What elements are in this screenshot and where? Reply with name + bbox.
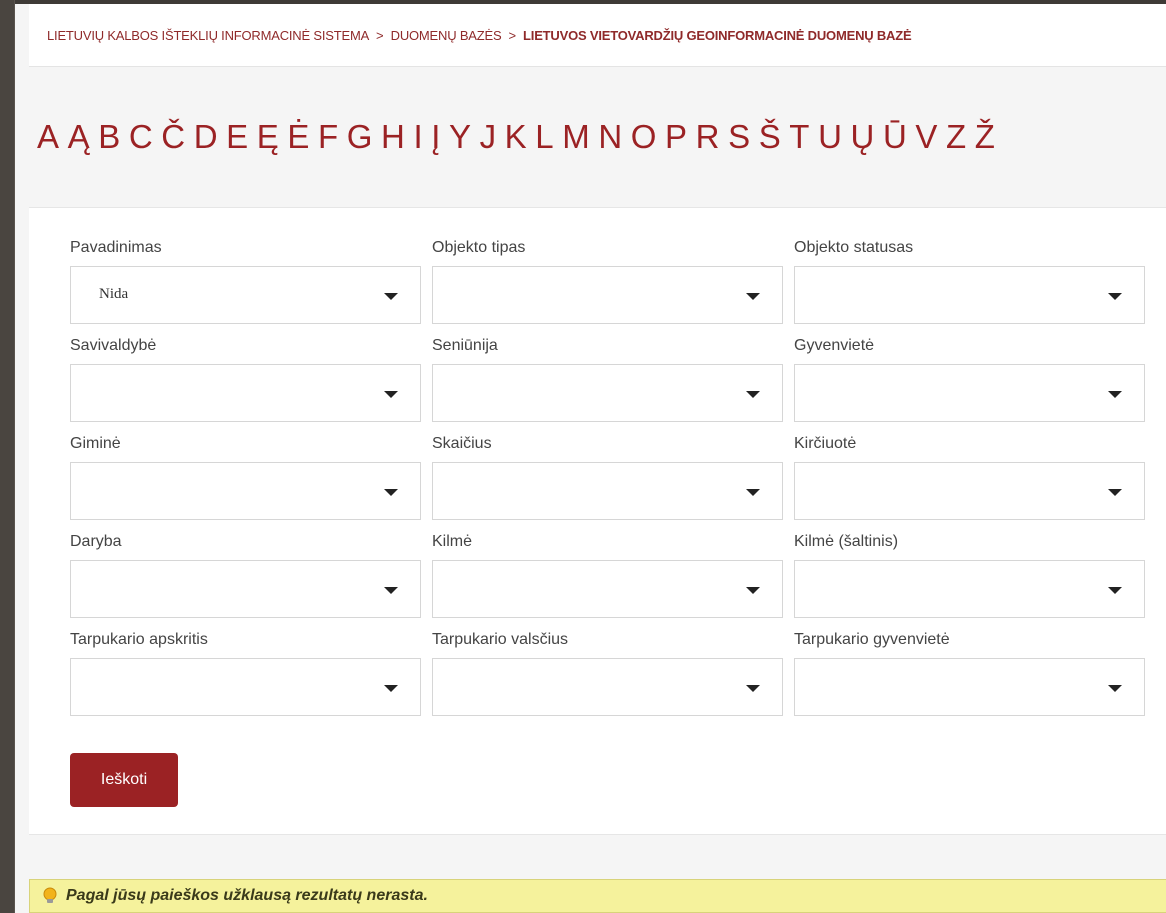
caret-down-icon [1108,587,1122,594]
select-tarpukario-apskritis[interactable] [70,658,421,716]
select-kirciuote[interactable] [794,462,1145,520]
caret-down-icon [384,489,398,496]
alphabet-letter[interactable]: Z [946,118,966,156]
caret-down-icon [384,685,398,692]
label-seniunija: Seniūnija [432,337,498,354]
lightbulb-icon [42,887,58,905]
alphabet-letter[interactable]: O [631,118,657,156]
select-gyvenviete[interactable] [794,364,1145,422]
alphabet-letter[interactable]: Ę [257,118,279,156]
alphabet-letter[interactable]: E [226,118,248,156]
alphabet-letter[interactable]: U [818,118,842,156]
no-results-notice: Pagal jūsų paieškos užklausą rezultatų n… [29,879,1166,913]
select-objekto-statusas[interactable] [794,266,1145,324]
select-value: Nida [99,286,129,302]
breadcrumb-item-current: LIETUVOS VIETOVARDŽIŲ GEOINFORMACINĖ DUO… [523,27,912,43]
alphabet-letter[interactable]: Ū [883,118,907,156]
window-edge [0,0,14,913]
caret-down-icon [746,489,760,496]
select-pavadinimas[interactable]: Nida [70,266,421,324]
alphabet-letter[interactable]: N [598,118,622,156]
caret-down-icon [1108,489,1122,496]
alphabet-index: AĄBCČDEĘĖFGHIĮYJKLMNOPRSŠTUŲŪVZŽ [37,112,1004,162]
select-tarpukario-valscius[interactable] [432,658,783,716]
search-button[interactable]: Ieškoti [70,753,178,807]
alphabet-letter[interactable]: H [381,118,405,156]
select-daryba[interactable] [70,560,421,618]
alphabet-letter[interactable]: Ė [287,118,309,156]
caret-down-icon [746,685,760,692]
alphabet-letter[interactable]: F [318,118,338,156]
alphabet-letter[interactable]: Ą [68,118,90,156]
alphabet-letter[interactable]: Y [449,118,471,156]
label-kirciuote: Kirčiuotė [794,435,857,452]
alphabet-letter[interactable]: Ų [851,118,875,156]
alphabet-letter[interactable]: R [696,118,720,156]
label-tarpukario-gyvenviete: Tarpukario gyvenvietė [794,631,950,648]
breadcrumb-item-system[interactable]: LIETUVIŲ KALBOS IŠTEKLIŲ INFORMACINĖ SIS… [47,28,369,43]
label-objekto-tipas: Objekto tipas [432,239,526,256]
caret-down-icon [1108,685,1122,692]
alphabet-letter[interactable]: G [347,118,373,156]
caret-down-icon [384,587,398,594]
alphabet-letter[interactable]: C [129,118,153,156]
select-objekto-tipas[interactable] [432,266,783,324]
breadcrumb-separator: > [508,27,517,43]
label-objekto-statusas: Objekto statusas [794,239,914,256]
notice-text: Pagal jūsų paieškos užklausą rezultatų n… [66,887,428,904]
caret-down-icon [746,391,760,398]
page: LIETUVIŲ KALBOS IŠTEKLIŲ INFORMACINĖ SIS… [14,0,1166,913]
label-savivaldybe: Savivaldybė [70,337,157,354]
alphabet-letter[interactable]: S [728,118,750,156]
label-kilme-saltinis: Kilmė (šaltinis) [794,533,899,550]
breadcrumb-item-databases[interactable]: DUOMENŲ BAZĖS [391,28,502,43]
search-form: Ieškoti Pavadinimas Nida Objekto tipas Obje… [29,207,1166,835]
label-tarpukario-apskritis: Tarpukario apskritis [70,631,208,648]
breadcrumb-separator: > [376,27,384,43]
caret-down-icon [1108,391,1122,398]
breadcrumb: LIETUVIŲ KALBOS IŠTEKLIŲ INFORMACINĖ SIS… [29,4,1166,67]
caret-down-icon [1108,293,1122,300]
alphabet-letter[interactable]: T [789,118,809,156]
alphabet-letter[interactable]: L [535,118,553,156]
caret-down-icon [384,293,398,300]
alphabet-letter[interactable]: Į [431,118,440,156]
alphabet-letter[interactable]: I [413,118,422,156]
select-skaicius[interactable] [432,462,783,520]
select-savivaldybe[interactable] [70,364,421,422]
select-gimine[interactable] [70,462,421,520]
alphabet-letter[interactable]: B [98,118,120,156]
select-kilme-saltinis[interactable] [794,560,1145,618]
alphabet-letter[interactable]: A [37,118,59,156]
select-seniunija[interactable] [432,364,783,422]
label-kilme: Kilmė [432,533,473,550]
caret-down-icon [746,293,760,300]
label-gimine: Giminė [70,435,121,452]
label-tarpukario-valscius: Tarpukario valsčius [432,631,569,648]
caret-down-icon [746,587,760,594]
label-pavadinimas: Pavadinimas [70,239,162,256]
alphabet-letter[interactable]: Č [161,118,185,156]
caret-down-icon [384,391,398,398]
select-tarpukario-gyvenviete[interactable] [794,658,1145,716]
alphabet-letter[interactable]: V [915,118,937,156]
alphabet-letter[interactable]: M [562,118,590,156]
label-daryba: Daryba [70,533,122,550]
alphabet-letter[interactable]: D [194,118,218,156]
alphabet-letter[interactable]: Š [759,118,781,156]
alphabet-letter[interactable]: Ž [975,118,995,156]
alphabet-letter[interactable]: J [480,118,497,156]
alphabet-letter[interactable]: P [665,118,687,156]
label-skaicius: Skaičius [432,435,492,452]
alphabet-letter[interactable]: K [505,118,527,156]
select-kilme[interactable] [432,560,783,618]
label-gyvenviete: Gyvenvietė [794,337,875,354]
